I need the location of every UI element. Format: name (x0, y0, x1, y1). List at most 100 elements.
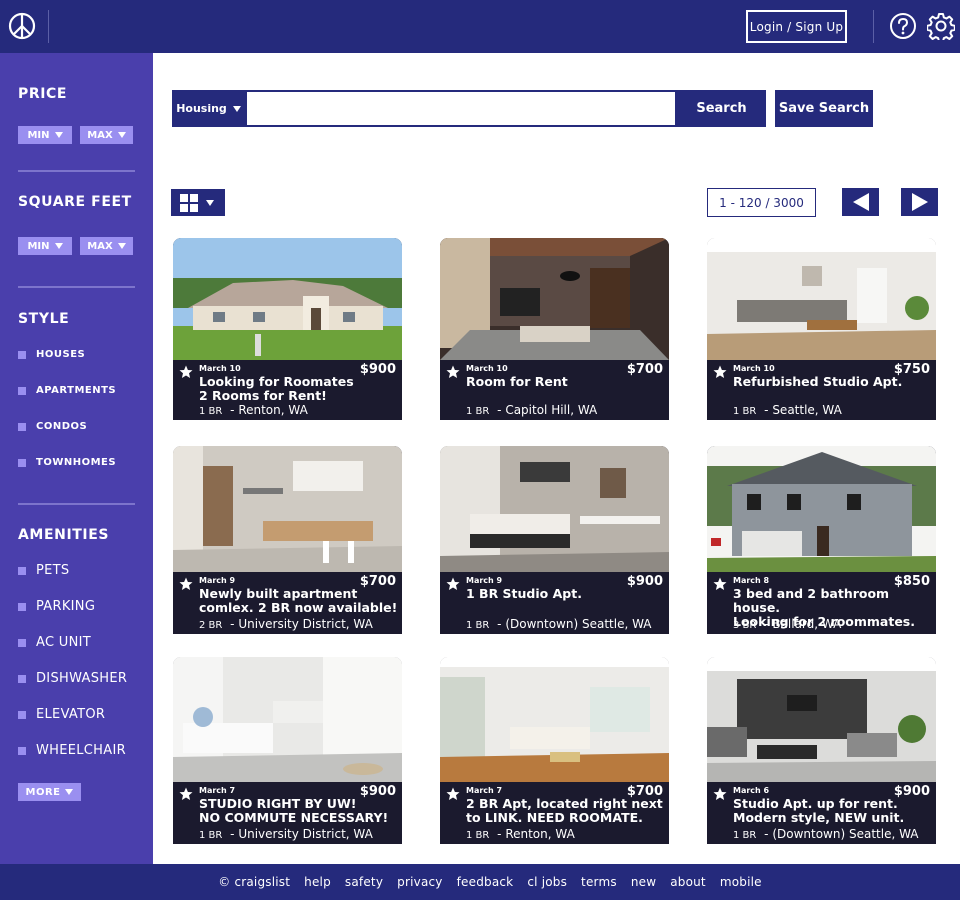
checkbox-icon (18, 458, 26, 467)
checkbox-icon (18, 674, 26, 683)
previous-page-button[interactable] (842, 188, 879, 216)
search-input[interactable] (245, 90, 677, 127)
style-item-label: APARTMENTS (36, 385, 117, 396)
more-label: MORE (25, 786, 61, 798)
amenity-item-elevator[interactable]: ELEVATOR (18, 707, 105, 722)
amenity-item-label: ELEVATOR (36, 707, 106, 722)
listing-title[interactable]: Looking for Roomates 2 Rooms for Rent! (199, 375, 399, 403)
listing-meta: 2 BR - University District, WA (199, 617, 373, 631)
footer: © craigslist help safety privacy feedbac… (0, 864, 960, 900)
footer-link-new[interactable]: new (631, 875, 656, 889)
peace-logo-icon[interactable] (8, 12, 36, 40)
listing-card[interactable]: March 6 $900 Studio Apt. up for rent. Mo… (707, 657, 936, 844)
favorite-star-icon[interactable] (713, 787, 727, 801)
favorite-star-icon[interactable] (446, 787, 460, 801)
style-item-condos[interactable]: CONDOS (18, 421, 87, 432)
style-item-townhomes[interactable]: TOWNHOMES (18, 457, 116, 468)
listing-title[interactable]: Refurbished Studio Apt. (733, 375, 933, 389)
chevron-down-icon (117, 132, 126, 138)
search-button[interactable]: Search (677, 90, 766, 127)
save-search-button[interactable]: Save Search (775, 90, 873, 127)
listing-title[interactable]: Studio Apt. up for rent. Modern style, N… (733, 797, 933, 825)
listing-bedrooms: 3 BR (733, 620, 757, 631)
listing-bedrooms: 1 BR (466, 830, 490, 841)
footer-link-help[interactable]: help (304, 875, 331, 889)
listing-info: March 10 $700 Room for Rent 1 BR - Capit… (440, 360, 669, 420)
footer-link-craigslist[interactable]: © craigslist (218, 875, 290, 889)
listing-title[interactable]: STUDIO RIGHT BY UW! NO COMMUTE NECESSARY… (199, 797, 399, 825)
grid-view-icon (180, 193, 198, 212)
gear-icon[interactable] (927, 12, 955, 40)
category-dropdown[interactable]: Housing (172, 90, 245, 127)
header-divider (873, 10, 874, 43)
checkbox-icon (18, 746, 26, 755)
login-signup-button[interactable]: Login / Sign Up (746, 10, 847, 43)
style-item-label: CONDOS (36, 421, 88, 432)
checkbox-icon (18, 386, 26, 395)
favorite-star-icon[interactable] (713, 577, 727, 591)
listing-info: March 6 $900 Studio Apt. up for rent. Mo… (707, 782, 936, 844)
favorite-star-icon[interactable] (179, 365, 193, 379)
listing-card[interactable]: March 7 $900 STUDIO RIGHT BY UW! NO COMM… (173, 657, 402, 844)
listing-card[interactable]: March 10 $900 Looking for Roomates 2 Roo… (173, 238, 402, 420)
sqft-max-dropdown[interactable]: MAX (80, 237, 133, 255)
bedroom-photo (440, 446, 669, 572)
listing-info: March 10 $900 Looking for Roomates 2 Roo… (173, 360, 402, 420)
footer-link-terms[interactable]: terms (581, 875, 617, 889)
favorite-star-icon[interactable] (446, 577, 460, 591)
modern-living-room-photo (707, 657, 936, 782)
sidebar-divider (18, 503, 135, 505)
amenity-item-parking[interactable]: PARKING (18, 599, 95, 614)
listing-card[interactable]: March 10 $750 Refurbished Studio Apt. 1 … (707, 238, 936, 420)
next-page-button[interactable] (901, 188, 938, 216)
sqft-min-label: MIN (27, 240, 50, 252)
style-item-houses[interactable]: HOUSES (18, 349, 85, 360)
listing-title[interactable]: Room for Rent (466, 375, 666, 389)
sqft-min-dropdown[interactable]: MIN (18, 237, 72, 255)
price-heading: PRICE (18, 86, 68, 102)
amenity-item-pets[interactable]: PETS (18, 563, 69, 578)
listing-title[interactable]: 1 BR Studio Apt. (466, 587, 666, 601)
listing-card[interactable]: March 8 $850 3 bed and 2 bathroom house.… (707, 446, 936, 634)
price-max-dropdown[interactable]: MAX (80, 126, 133, 144)
open-plan-living-photo (440, 657, 669, 782)
favorite-star-icon[interactable] (446, 365, 460, 379)
listing-info: March 7 $900 STUDIO RIGHT BY UW! NO COMM… (173, 782, 402, 844)
listing-bedrooms: 1 BR (199, 406, 223, 417)
footer-link-mobile[interactable]: mobile (720, 875, 762, 889)
square-feet-heading: SQUARE FEET (18, 194, 132, 210)
footer-link-about[interactable]: about (670, 875, 706, 889)
checkbox-icon (18, 422, 26, 431)
price-min-dropdown[interactable]: MIN (18, 126, 72, 144)
amenity-item-label: AC UNIT (36, 635, 91, 650)
amenity-item-dishwasher[interactable]: DISHWASHER (18, 671, 127, 686)
listing-card[interactable]: March 9 $700 Newly built apartment comle… (173, 446, 402, 634)
favorite-star-icon[interactable] (179, 577, 193, 591)
listing-title[interactable]: Newly built apartment comlex. 2 BR now a… (199, 587, 399, 615)
footer-link-feedback[interactable]: feedback (457, 875, 514, 889)
checkbox-icon (18, 710, 26, 719)
listing-bedrooms: 1 BR (466, 406, 490, 417)
listing-meta: 1 BR - Capitol Hill, WA (466, 403, 597, 417)
listing-date: March 10 (199, 364, 241, 373)
footer-link-safety[interactable]: safety (345, 875, 383, 889)
style-item-apartments[interactable]: APARTMENTS (18, 385, 116, 396)
chevron-down-icon (65, 789, 74, 795)
more-amenities-button[interactable]: MORE (18, 783, 81, 801)
listing-meta: 1 BR - Renton, WA (199, 403, 308, 417)
amenity-item-wheelchair[interactable]: WHEELCHAIR (18, 743, 126, 758)
favorite-star-icon[interactable] (179, 787, 193, 801)
listing-title[interactable]: 2 BR Apt, located right next to LINK. NE… (466, 797, 666, 825)
chevron-down-icon (206, 199, 214, 206)
view-mode-dropdown[interactable] (171, 189, 225, 216)
footer-link-privacy[interactable]: privacy (397, 875, 442, 889)
listing-card[interactable]: March 9 $900 1 BR Studio Apt. 1 BR - (Do… (440, 446, 669, 634)
favorite-star-icon[interactable] (713, 365, 727, 379)
listing-card[interactable]: March 10 $700 Room for Rent 1 BR - Capit… (440, 238, 669, 420)
listing-card[interactable]: March 7 $700 2 BR Apt, located right nex… (440, 657, 669, 844)
price-range: MIN MAX (18, 126, 133, 144)
listing-bedrooms: 2 BR (199, 620, 223, 631)
footer-link-cl-jobs[interactable]: cl jobs (527, 875, 567, 889)
amenity-item-ac-unit[interactable]: AC UNIT (18, 635, 91, 650)
help-icon[interactable] (889, 12, 917, 40)
